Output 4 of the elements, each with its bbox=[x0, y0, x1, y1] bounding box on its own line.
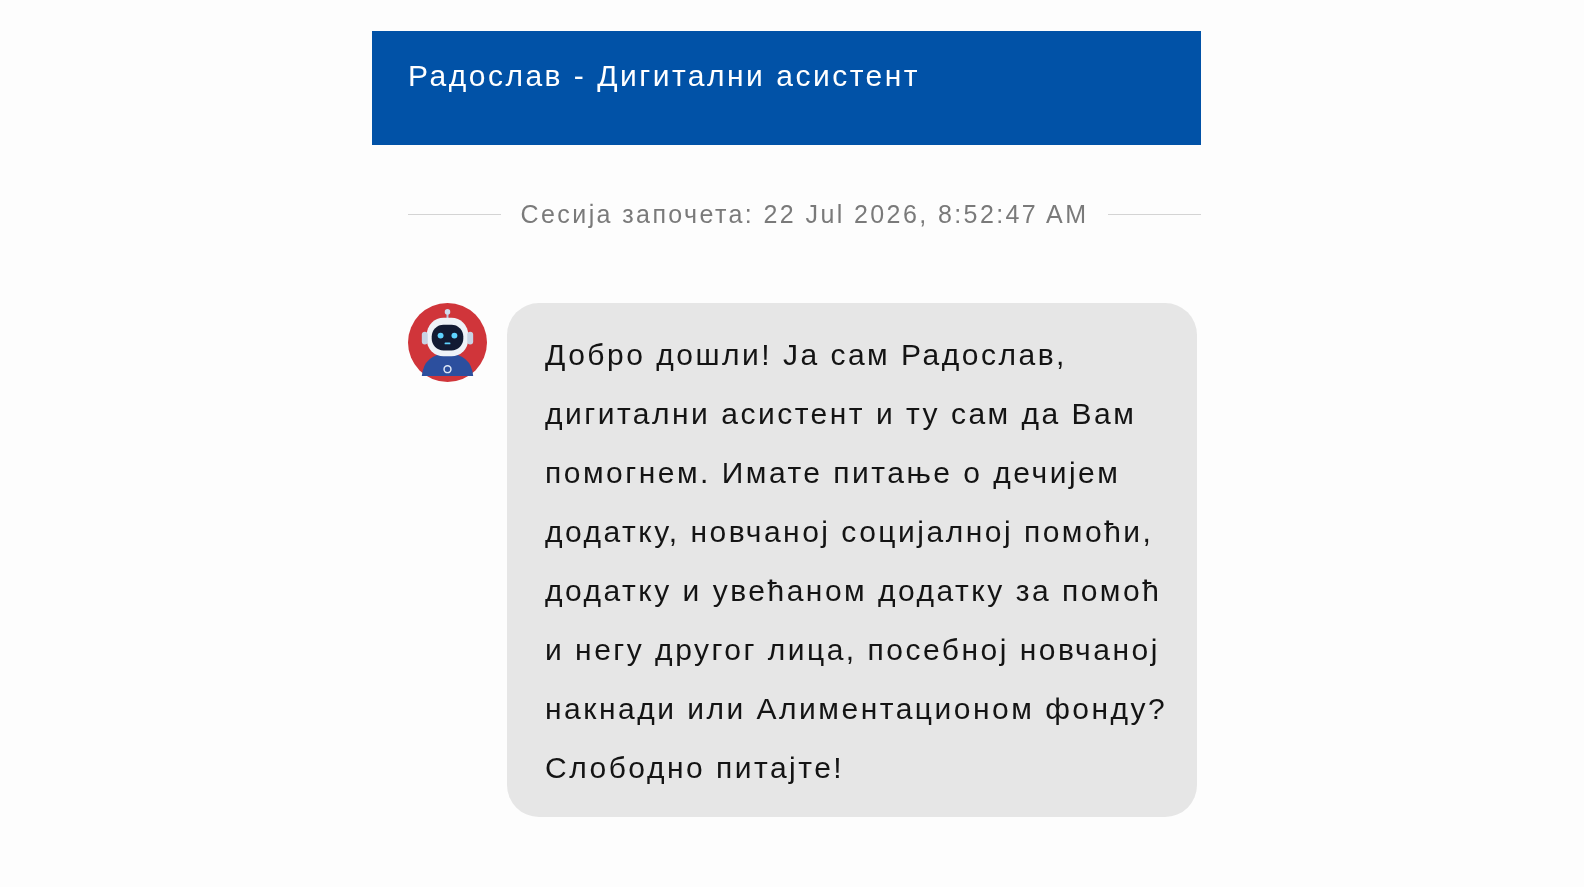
chat-title: Радослав - Дигитални асистент bbox=[408, 58, 921, 94]
robot-avatar-icon bbox=[408, 303, 487, 382]
session-start-text: Сесија започета: 22 Jul 2026, 8:52:47 AM bbox=[520, 199, 1089, 229]
message-text: Добро дошли! Ја сам Радослав, дигитални асистент и ту сам да Вам помогнем. Имате питање о дечијем додатку, новчаној социјалној помоћи, додатку и увећаном додатку за помоћ и негу другог лица, посебној новчаној накнади или Алиментационом фонду? Слободно питајте! bbox=[545, 337, 1169, 786]
